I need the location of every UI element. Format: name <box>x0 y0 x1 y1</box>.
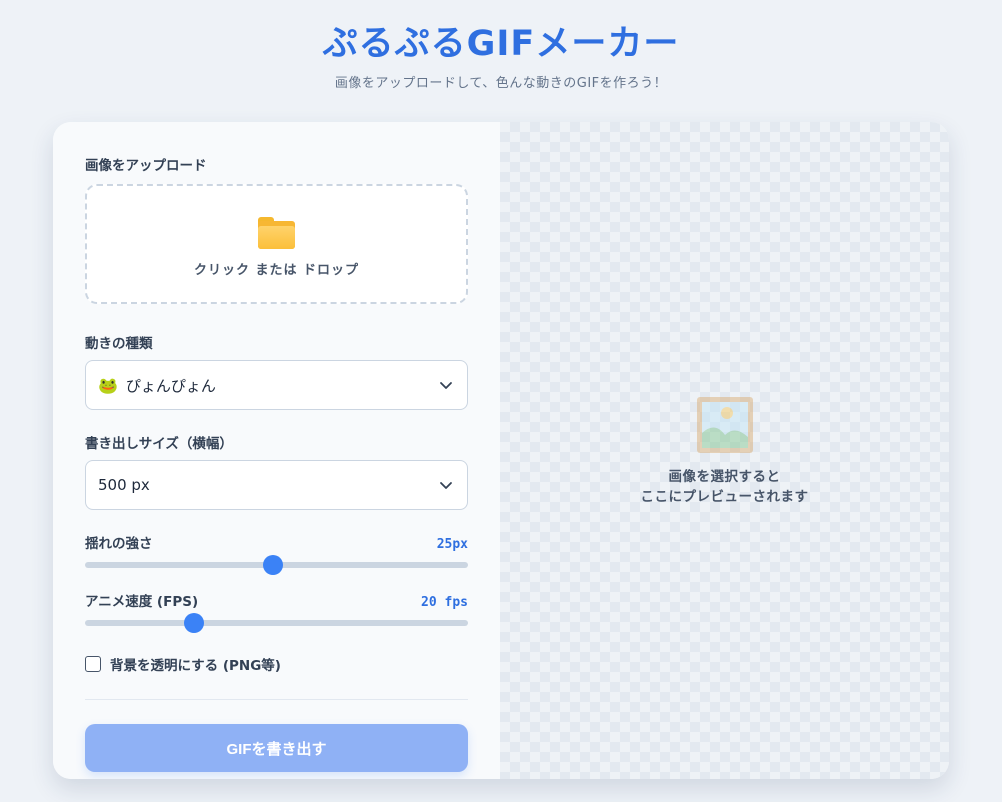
size-label: 書き出しサイズ（横幅） <box>85 436 233 452</box>
divider <box>85 699 468 700</box>
shake-row: 揺れの強さ 25px <box>85 532 468 552</box>
upload-dropzone[interactable]: クリック または ドロップ <box>85 184 468 304</box>
shake-slider[interactable] <box>85 555 468 575</box>
speed-slider-thumb[interactable] <box>184 613 205 633</box>
motion-label: 動きの種類 <box>85 336 153 352</box>
motion-select-value: ぴょんぴょん <box>125 376 216 395</box>
picture-icon <box>696 396 753 453</box>
preview-placeholder-line1: 画像を選択すると <box>668 468 781 485</box>
shake-value: 25px <box>436 537 468 552</box>
size-select-value: 500 px <box>98 476 150 494</box>
transparent-option: 背景を透明にする (PNG等) <box>85 654 468 674</box>
shake-slider-thumb[interactable] <box>262 555 283 575</box>
speed-row: アニメ速度 (FPS) 20 fps <box>85 590 468 610</box>
page-header: ぷるぷるGIFメーカー 画像をアップロードして、色んな動きのGIFを作ろう！ <box>0 0 1002 122</box>
transparent-checkbox[interactable] <box>85 656 101 672</box>
speed-value: 20 fps <box>421 595 468 610</box>
main-card: 画像をアップロード クリック または ドロップ 動きの種類 🐸 ぴょんぴょん 書… <box>53 122 949 779</box>
shake-label: 揺れの強さ <box>85 536 153 552</box>
motion-select[interactable]: 🐸 ぴょんぴょん <box>85 360 468 410</box>
upload-label: 画像をアップロード <box>85 158 207 174</box>
preview-area: 画像を選択すると ここにプレビューされます <box>500 122 949 779</box>
transparent-label[interactable]: 背景を透明にする (PNG等) <box>110 654 281 674</box>
speed-label: アニメ速度 (FPS) <box>85 594 199 610</box>
folder-icon <box>258 216 295 249</box>
chevron-down-icon <box>440 482 452 489</box>
settings-panel: 画像をアップロード クリック または ドロップ 動きの種類 🐸 ぴょんぴょん 書… <box>53 122 500 779</box>
page-title: ぷるぷるGIFメーカー <box>322 24 680 64</box>
size-select[interactable]: 500 px <box>85 460 468 510</box>
page-subtitle: 画像をアップロードして、色んな動きのGIFを作ろう！ <box>334 76 668 91</box>
speed-slider[interactable] <box>85 613 468 633</box>
export-gif-button[interactable]: GIFを書き出す <box>85 724 468 772</box>
chevron-down-icon <box>440 382 452 389</box>
preview-placeholder-line2: ここにプレビューされます <box>640 488 809 505</box>
dropzone-text: クリック または ドロップ <box>193 262 360 278</box>
frog-icon: 🐸 <box>98 375 118 395</box>
